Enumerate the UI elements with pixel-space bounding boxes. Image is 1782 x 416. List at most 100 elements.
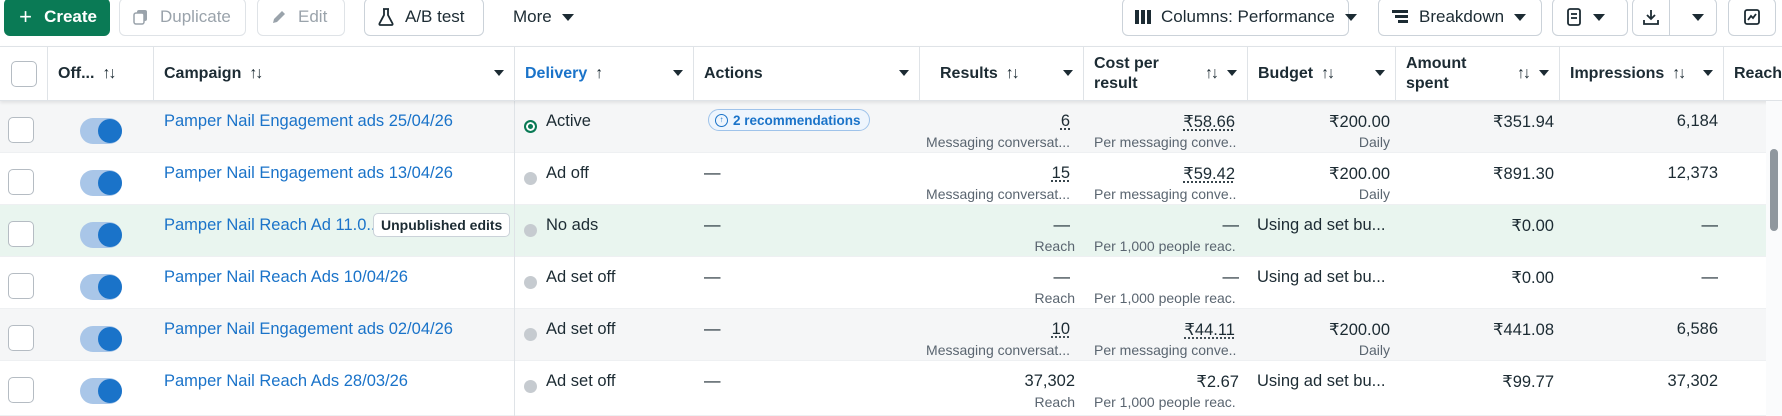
select-all-checkbox[interactable]: [10, 60, 37, 87]
table-row[interactable]: Pamper Nail Reach Ads 10/04/26 Ad set of…: [0, 257, 1782, 309]
campaign-name-link[interactable]: Pamper Nail Reach Ads 28/03/26: [164, 372, 408, 391]
actions-value: —: [704, 320, 721, 338]
export-button[interactable]: [1633, 0, 1670, 35]
status-dot: [524, 224, 537, 237]
reports-icon: [1565, 8, 1583, 26]
cost-per-result-value[interactable]: ₹58.66: [1183, 112, 1235, 132]
cost-per-result-value[interactable]: ₹44.11: [1184, 320, 1235, 340]
column-header-budget[interactable]: Budget ↑↓: [1248, 47, 1396, 100]
campaign-name-link[interactable]: Pamper Nail Engagement ads 13/04/26: [164, 164, 453, 183]
cost-per-result-type: Per 1,000 people reac...: [1094, 290, 1236, 306]
campaign-toggle[interactable]: [80, 326, 122, 352]
results-value: —: [1053, 268, 1071, 286]
campaign-name-link[interactable]: Pamper Nail Reach Ad 11.0...: [164, 216, 380, 235]
column-header-campaign[interactable]: Campaign ↑↓: [154, 47, 515, 100]
edit-button[interactable]: Edit: [257, 0, 345, 36]
status-dot: [524, 380, 537, 393]
delivery-status: Ad off: [546, 164, 589, 182]
unpublished-edits-badge[interactable]: Unpublished edits: [373, 213, 511, 237]
row-checkbox[interactable]: [8, 325, 34, 351]
results-type: Messaging conversat...: [926, 186, 1070, 202]
cost-per-result-value[interactable]: ₹59.42: [1183, 164, 1235, 184]
row-checkbox[interactable]: [8, 273, 34, 299]
chevron-down-icon[interactable]: [1063, 70, 1073, 76]
sort-icon: ↑↓: [1672, 64, 1686, 82]
row-checkbox[interactable]: [8, 117, 34, 143]
export-options-button[interactable]: [1680, 0, 1716, 35]
column-header-amount-spent[interactable]: Amount spent ↑↓: [1396, 47, 1560, 100]
amount-spent-value: ₹0.00: [1511, 217, 1554, 235]
budget-value: ₹200.00: [1329, 113, 1390, 131]
chevron-down-icon: [1691, 13, 1704, 21]
column-header-impressions[interactable]: Impressions ↑↓: [1560, 47, 1724, 100]
columns-button[interactable]: Columns: Performance: [1122, 0, 1357, 36]
impressions-value: —: [1701, 216, 1719, 234]
results-value[interactable]: 15: [1052, 164, 1070, 183]
chart-icon: [1744, 9, 1760, 25]
vertical-scrollbar[interactable]: [1766, 101, 1782, 416]
pencil-icon: [270, 8, 288, 26]
row-checkbox[interactable]: [8, 169, 34, 195]
impressions-value: 6,184: [1676, 112, 1718, 130]
delivery-status: Ad set off: [546, 268, 616, 286]
export-button-group: [1632, 0, 1717, 36]
sort-icon: ↑↓: [1321, 64, 1335, 82]
ab-test-button[interactable]: A/B test: [364, 0, 484, 36]
column-header-reach[interactable]: Reach: [1724, 47, 1782, 100]
column-header-delivery[interactable]: Delivery ↑: [515, 47, 694, 100]
budget-value: Using ad set bu...: [1257, 268, 1386, 286]
cost-per-result-value: —: [1222, 216, 1240, 234]
create-button[interactable]: + Create: [4, 0, 110, 36]
campaign-toggle[interactable]: [80, 170, 122, 196]
column-header-off[interactable]: Off... ↑↓: [48, 47, 154, 100]
campaign-toggle[interactable]: [80, 222, 122, 248]
chevron-down-icon[interactable]: [1227, 70, 1237, 76]
budget-type: Daily: [1358, 134, 1390, 150]
breakdown-button[interactable]: Breakdown: [1378, 0, 1542, 36]
results-value[interactable]: 10: [1052, 320, 1070, 339]
column-header-cost-per-result[interactable]: Cost per result ↑↓: [1084, 47, 1248, 100]
cost-per-result-type: Per messaging conve...: [1094, 134, 1236, 150]
cost-per-result-type: Per 1,000 people reac...: [1094, 238, 1236, 254]
cost-per-result-type: Per messaging conve...: [1094, 342, 1236, 358]
recommendations-badge[interactable]: ↑ 2 recommendations: [708, 109, 870, 131]
actions-value: —: [704, 164, 721, 182]
chevron-down-icon[interactable]: [899, 70, 909, 76]
impressions-value: 6,586: [1676, 320, 1718, 338]
chevron-down-icon[interactable]: [494, 70, 504, 76]
amount-spent-value: ₹891.30: [1493, 165, 1554, 183]
scrollbar-thumb[interactable]: [1770, 149, 1778, 231]
campaign-name-link[interactable]: Pamper Nail Reach Ads 10/04/26: [164, 268, 408, 287]
row-checkbox[interactable]: [8, 221, 34, 247]
more-button[interactable]: More: [500, 0, 588, 36]
campaign-name-link[interactable]: Pamper Nail Engagement ads 02/04/26: [164, 320, 453, 339]
column-header-actions[interactable]: Actions: [694, 47, 920, 100]
charts-button[interactable]: [1728, 0, 1776, 36]
duplicate-button[interactable]: Duplicate: [119, 0, 246, 36]
actions-value: —: [704, 268, 721, 286]
campaign-name-link[interactable]: Pamper Nail Engagement ads 25/04/26: [164, 112, 453, 131]
table-row[interactable]: Pamper Nail Reach Ad 11.0... Unpublished…: [0, 205, 1782, 257]
cost-per-result-type: Per 1,000 people reac...: [1094, 394, 1236, 410]
sort-icon: ↑↓: [1517, 64, 1531, 82]
campaign-toggle[interactable]: [80, 118, 122, 144]
table-row[interactable]: Pamper Nail Engagement ads 25/04/26 Acti…: [0, 101, 1782, 153]
campaign-toggle[interactable]: [80, 274, 122, 300]
row-checkbox[interactable]: [8, 377, 34, 403]
table-row[interactable]: Pamper Nail Reach Ads 28/03/26 Ad set of…: [0, 361, 1782, 416]
results-value[interactable]: 6: [1061, 112, 1070, 131]
chevron-down-icon[interactable]: [673, 70, 683, 76]
actions-value: —: [704, 372, 721, 390]
select-all-cell: [0, 47, 48, 100]
chevron-down-icon[interactable]: [1375, 70, 1385, 76]
sort-icon: ↑↓: [1205, 64, 1219, 82]
column-header-results[interactable]: Results ↑↓: [920, 47, 1084, 100]
reports-button[interactable]: [1552, 0, 1628, 36]
table-row[interactable]: Pamper Nail Engagement ads 02/04/26 Ad s…: [0, 309, 1782, 361]
chevron-down-icon[interactable]: [1539, 70, 1549, 76]
campaign-toggle[interactable]: [80, 378, 122, 404]
amount-spent-value: ₹351.94: [1493, 113, 1554, 131]
chevron-down-icon[interactable]: [1703, 70, 1713, 76]
recommendation-icon: ↑: [715, 113, 728, 127]
table-row[interactable]: Pamper Nail Engagement ads 13/04/26 Ad o…: [0, 153, 1782, 205]
